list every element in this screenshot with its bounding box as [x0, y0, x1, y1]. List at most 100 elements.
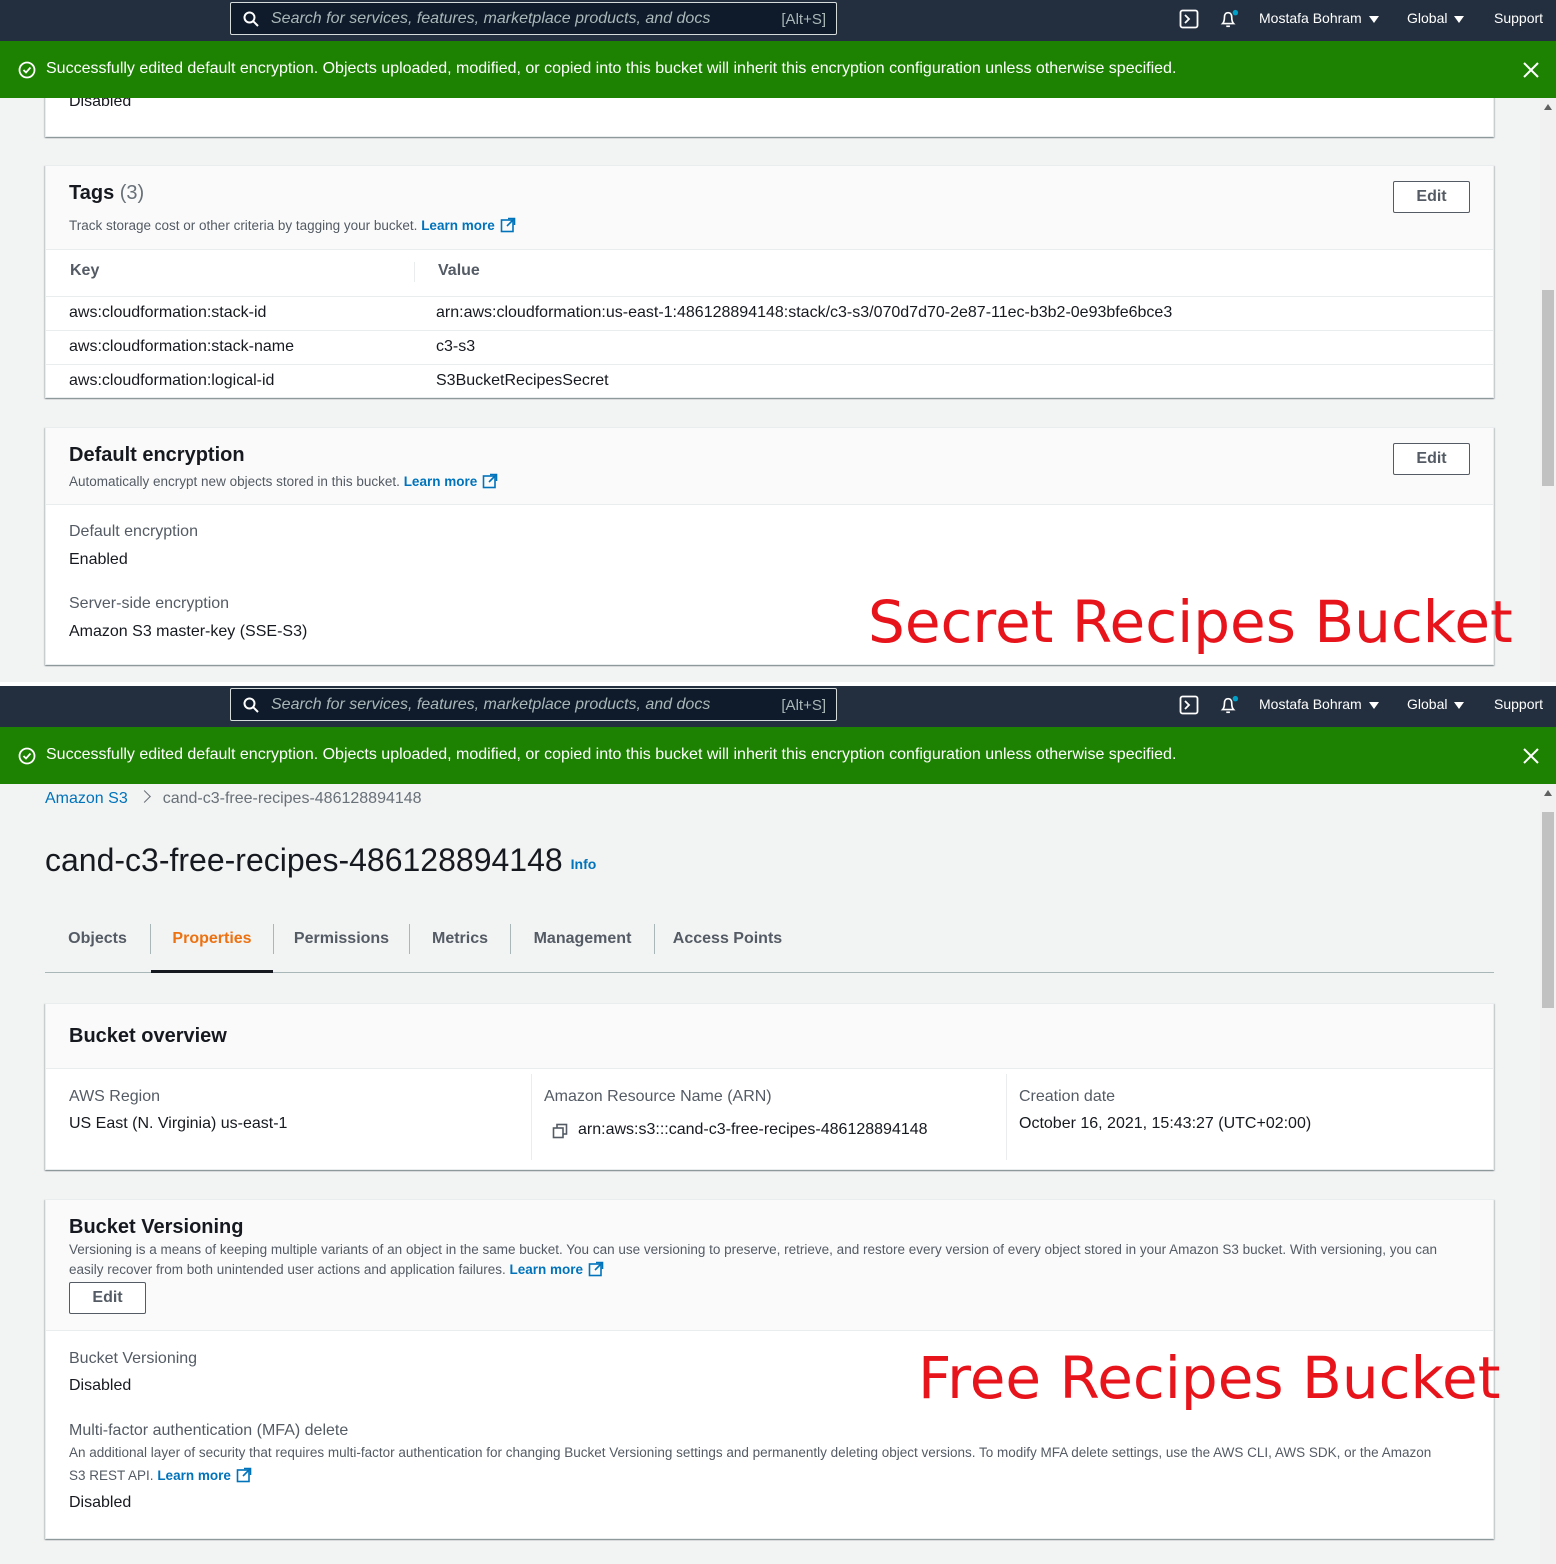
scrollbar-thumb[interactable] — [1542, 812, 1554, 1008]
external-link-icon — [500, 217, 516, 233]
region-name: Global — [1407, 696, 1448, 712]
versioning-status-label: Bucket Versioning — [69, 1350, 198, 1367]
close-icon[interactable] — [1522, 747, 1540, 765]
global-search-input[interactable]: Search for services, features, marketpla… — [230, 688, 837, 721]
encryption-edit-button[interactable]: Edit — [1393, 443, 1470, 475]
search-shortcut-hint: [Alt+S] — [781, 11, 826, 28]
encryption-learn-more-link[interactable]: Learn more — [404, 474, 478, 489]
arn-label: Amazon Resource Name (ARN) — [544, 1088, 772, 1105]
bell-icon[interactable] — [1219, 9, 1239, 29]
region-menu[interactable]: Global — [1407, 696, 1465, 712]
mfa-learn-more-link[interactable]: Learn more — [157, 1468, 231, 1483]
tag-key: aws:cloudformation:stack-name — [69, 338, 294, 355]
versioning-edit-button[interactable]: Edit — [69, 1282, 146, 1314]
secret-bucket-annotation: Secret Recipes Bucket — [868, 588, 1513, 656]
default-encryption-label: Default encryption — [69, 523, 198, 540]
support-menu[interactable]: Support — [1494, 10, 1543, 26]
cloudshell-icon[interactable] — [1179, 695, 1199, 715]
tags-column-divider — [414, 262, 415, 282]
versioning-description-line2-text: easily recover from both unintended user… — [69, 1262, 506, 1277]
search-placeholder: Search for services, features, marketpla… — [271, 696, 711, 713]
user-menu[interactable]: Mostafa Bohram — [1259, 696, 1379, 712]
mfa-description-line1: An additional layer of security that req… — [69, 1445, 1432, 1460]
creation-date-value: October 16, 2021, 15:43:27 (UTC+02:00) — [1019, 1115, 1312, 1132]
aws-region-label: AWS Region — [69, 1088, 160, 1105]
region-menu[interactable]: Global — [1407, 10, 1465, 26]
column-divider — [1006, 1074, 1007, 1160]
copy-icon[interactable] — [552, 1123, 568, 1139]
support-label: Support — [1494, 696, 1544, 712]
user-name: Mostafa Bohram — [1259, 10, 1362, 26]
tags-edit-button[interactable]: Edit — [1393, 181, 1470, 213]
tag-key: aws:cloudformation:logical-id — [69, 372, 275, 389]
tab-properties[interactable]: Properties — [151, 920, 273, 973]
tab-permissions[interactable]: Permissions — [274, 920, 409, 973]
encryption-description-text: Automatically encrypt new objects stored… — [69, 474, 400, 489]
scrollbar-thumb[interactable] — [1542, 290, 1554, 486]
success-check-icon — [18, 61, 36, 79]
versioning-learn-more-link[interactable]: Learn more — [510, 1262, 584, 1277]
mfa-delete-value: Disabled — [69, 1494, 132, 1511]
free-bucket-annotation: Free Recipes Bucket — [918, 1344, 1501, 1412]
creation-date-label: Creation date — [1019, 1088, 1116, 1105]
screenshot-secret-bucket: Search for services, features, marketpla… — [0, 0, 1556, 682]
default-encryption-panel: Default encryption Automatically encrypt… — [45, 427, 1513, 665]
tags-column-key: Key — [70, 262, 100, 279]
tags-description: Track storage cost or other criteria by … — [69, 217, 516, 233]
bucket-name-title: cand-c3-free-recipes-486128894148 — [45, 842, 563, 878]
overview-panel-header: Bucket overview — [46, 1004, 1493, 1069]
tab-access-points[interactable]: Access Points — [655, 920, 800, 973]
search-shortcut-hint: [Alt+S] — [781, 697, 826, 714]
search-placeholder: Search for services, features, marketpla… — [271, 10, 711, 27]
tag-value: c3-s3 — [436, 338, 476, 355]
tags-title: Tags (3) — [69, 182, 144, 205]
chevron-right-icon — [137, 790, 151, 803]
tab-management[interactable]: Management — [511, 920, 654, 973]
caret-down-icon — [1454, 15, 1465, 23]
encryption-panel-header: Default encryption Automatically encrypt… — [46, 428, 1493, 505]
breadcrumb-amazon-s3-link[interactable]: Amazon S3 — [45, 790, 128, 807]
tag-value: S3BucketRecipesSecret — [436, 372, 609, 389]
breadcrumb: Amazon S3 cand-c3-free-recipes-4861288941… — [45, 790, 422, 808]
scrollbar[interactable] — [1540, 784, 1556, 1564]
tab-metrics[interactable]: Metrics — [410, 920, 510, 973]
screenshot-free-bucket: Search for services, features, marketpla… — [0, 686, 1556, 1564]
versioning-description-line2: easily recover from both unintended user… — [69, 1261, 604, 1277]
scroll-up-arrow-icon[interactable] — [1544, 104, 1552, 110]
encryption-description: Automatically encrypt new objects stored… — [69, 473, 498, 489]
arn-value: arn:aws:s3:::cand-c3-free-recipes-486128… — [578, 1121, 928, 1138]
bucket-tabs: Objects Properties Permissions Metrics M… — [45, 920, 1494, 973]
table-row: aws:cloudformation:stack-id arn:aws:clou… — [46, 296, 1493, 330]
external-link-icon — [588, 1261, 604, 1277]
bell-icon[interactable] — [1219, 695, 1239, 715]
tag-key: aws:cloudformation:stack-id — [69, 304, 267, 321]
external-link-icon — [482, 473, 498, 489]
global-search-input[interactable]: Search for services, features, marketpla… — [230, 2, 837, 35]
flash-message: Successfully edited default encryption. … — [46, 60, 1177, 77]
tab-objects[interactable]: Objects — [45, 920, 150, 973]
scroll-up-arrow-icon[interactable] — [1544, 790, 1552, 796]
bucket-versioning-panel: Bucket Versioning Versioning is a means … — [45, 1199, 1500, 1539]
support-menu[interactable]: Support — [1494, 696, 1543, 712]
caret-down-icon — [1368, 701, 1379, 709]
bucket-overview-panel: Bucket overview AWS Region US East (N. V… — [45, 1003, 1494, 1170]
cloudshell-icon[interactable] — [1179, 9, 1199, 29]
close-icon[interactable] — [1522, 61, 1540, 79]
top-navigation-bar: Search for services, features, marketpla… — [0, 686, 1556, 727]
tag-value: arn:aws:cloudformation:us-east-1:4861288… — [436, 304, 1173, 321]
success-flashbar: Successfully edited default encryption. … — [0, 41, 1556, 98]
versioning-panel-header: Bucket Versioning Versioning is a means … — [46, 1200, 1493, 1331]
tags-title-text: Tags — [69, 182, 115, 204]
scrollbar[interactable] — [1540, 98, 1556, 682]
breadcrumb-current: cand-c3-free-recipes-486128894148 — [162, 790, 422, 807]
tags-learn-more-link[interactable]: Learn more — [421, 218, 495, 233]
caret-down-icon — [1368, 15, 1379, 23]
user-menu[interactable]: Mostafa Bohram — [1259, 10, 1379, 26]
tags-column-value: Value — [438, 262, 480, 279]
sse-value: Amazon S3 master-key (SSE-S3) — [69, 623, 308, 640]
success-flashbar: Successfully edited default encryption. … — [0, 727, 1556, 784]
search-icon — [243, 697, 259, 713]
search-icon — [243, 11, 259, 27]
user-name: Mostafa Bohram — [1259, 696, 1362, 712]
info-link[interactable]: Info — [571, 856, 597, 872]
